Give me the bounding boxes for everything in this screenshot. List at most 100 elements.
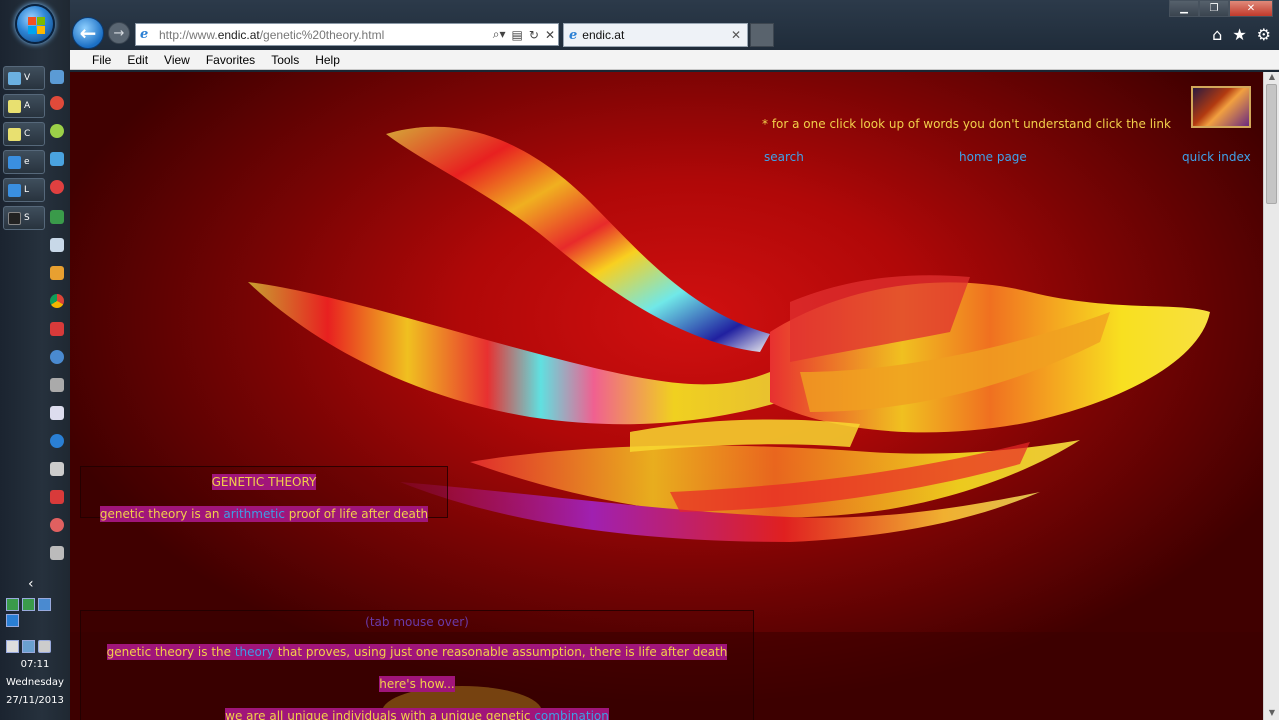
vertical-scrollbar[interactable]: ▲ ▼ (1263, 72, 1279, 720)
lookup-note: * for a one click look up of words you d… (762, 117, 1171, 131)
pinned-app-icon[interactable] (50, 546, 64, 560)
menu-edit[interactable]: Edit (119, 53, 156, 67)
arrow-left-icon: ← (79, 21, 97, 45)
scroll-down-arrow-icon[interactable]: ▼ (1267, 708, 1277, 717)
scroll-thumb[interactable] (1266, 84, 1277, 204)
volume-icon[interactable] (38, 640, 51, 653)
camera-icon[interactable] (50, 378, 64, 392)
pinned-app-icon[interactable] (50, 152, 64, 166)
arithmetic-link[interactable]: arithmetic (223, 507, 285, 521)
maximize-button[interactable]: ❐ (1199, 0, 1229, 17)
home-page-link[interactable]: home page (959, 150, 1027, 164)
start-button[interactable] (15, 4, 55, 44)
stop-icon[interactable]: ✕ (542, 28, 558, 42)
internet-explorer-icon (8, 155, 21, 169)
system-clock[interactable]: 07:11 Wednesday 27/11/2013 (0, 656, 70, 710)
tray-app-icon[interactable] (6, 614, 19, 627)
intro-box: GENETIC THEORY genetic theory is an arit… (80, 466, 448, 522)
pinned-app-icon[interactable] (50, 406, 64, 420)
browser-tab-active[interactable]: e endic.at ✕ (563, 23, 748, 47)
pinned-app-icon[interactable] (50, 490, 64, 504)
tab-close-icon[interactable]: ✕ (731, 28, 747, 42)
menu-file[interactable]: File (84, 53, 119, 67)
tab-title: endic.at (582, 28, 625, 42)
text-segment: that proves, using just one reasonable a… (273, 645, 728, 659)
clock-time: 07:11 (20, 659, 50, 670)
quick-index-link[interactable]: quick index (1182, 150, 1251, 164)
compatibility-view-icon[interactable]: ▤ (509, 28, 526, 42)
pinned-app-icon[interactable] (50, 322, 64, 336)
tray-app-icon[interactable] (6, 598, 19, 611)
desktop-screen: V A C e L S ‹ 07:11 Wednesday 27/11/2013… (0, 0, 1279, 720)
pinned-app-icon[interactable] (50, 238, 64, 252)
taskbar-item-notes-2[interactable]: C (3, 122, 45, 146)
arrow-right-icon: → (113, 25, 125, 41)
pinned-app-icon[interactable] (50, 266, 64, 280)
menu-favorites[interactable]: Favorites (198, 53, 263, 67)
windows-taskbar: V A C e L S ‹ 07:11 Wednesday 27/11/2013 (0, 0, 70, 720)
taskbar-item-label: e (24, 157, 30, 167)
text-segment: we are all unique individuals with a uni… (225, 709, 535, 720)
taskbar-item-label: V (24, 73, 31, 83)
combination-link[interactable]: combination (534, 709, 609, 720)
text-segment: proof of life after death (284, 507, 429, 521)
menu-view[interactable]: View (156, 53, 198, 67)
pinned-app-icon[interactable] (50, 462, 64, 476)
taskbar-item-computer[interactable]: V (3, 66, 45, 90)
taskbar-item-label: L (24, 185, 30, 195)
url-path: /genetic%20theory.html (259, 27, 385, 42)
taskbar-item-label: C (24, 129, 31, 139)
close-window-button[interactable]: ✕ (1229, 0, 1273, 17)
pinned-app-icon[interactable] (50, 518, 64, 532)
search-icon[interactable]: ⌕▾ (490, 27, 509, 42)
intro-line: genetic theory is an arithmetic proof of… (99, 506, 429, 522)
tray-app-icon[interactable] (38, 598, 51, 611)
dictionary-link-image[interactable] (1191, 86, 1251, 128)
tab-favicon-icon: e (569, 27, 578, 43)
favorites-star-icon[interactable]: ★ (1232, 25, 1246, 44)
menu-help[interactable]: Help (307, 53, 348, 67)
taskbar-item-console[interactable]: S (3, 206, 45, 230)
menu-bar: File Edit View Favorites Tools Help (70, 50, 1279, 70)
pinned-app-icon[interactable] (50, 434, 64, 448)
window-controls: ▁ ❐ ✕ (1169, 0, 1273, 17)
pinned-app-icon[interactable] (50, 210, 64, 224)
taskbar-item-ie-2[interactable]: L (3, 178, 45, 202)
menu-tools[interactable]: Tools (263, 53, 307, 67)
internet-explorer-icon (8, 183, 21, 197)
minimize-button[interactable]: ▁ (1169, 0, 1199, 17)
theory-link[interactable]: theory (235, 645, 274, 659)
chrome-icon[interactable] (50, 294, 64, 308)
action-center-icon[interactable] (6, 640, 19, 653)
tray-app-icon[interactable] (22, 598, 35, 611)
pinned-app-icon[interactable] (50, 350, 64, 364)
text-segment: genetic theory is an (99, 507, 224, 521)
windows-logo-icon (28, 17, 36, 25)
section-heading: GENETIC THEORY (211, 474, 317, 490)
show-hidden-icons-chevron[interactable]: ‹ (28, 576, 34, 592)
scroll-up-arrow-icon[interactable]: ▲ (1267, 72, 1277, 81)
refresh-icon[interactable]: ↻ (526, 28, 542, 42)
network-icon[interactable] (22, 640, 35, 653)
forward-button[interactable]: → (108, 22, 130, 44)
pinned-app-icon[interactable] (50, 180, 64, 194)
notepad-icon (8, 127, 21, 141)
taskbar-item-notes-1[interactable]: A (3, 94, 45, 118)
pinned-app-icon[interactable] (50, 124, 64, 138)
back-button[interactable]: ← (72, 17, 104, 49)
individuals-line: we are all unique individuals with a uni… (225, 708, 609, 720)
search-link[interactable]: search (764, 150, 804, 164)
pinned-app-icon[interactable] (50, 96, 64, 110)
console-icon (8, 211, 21, 225)
tools-gear-icon[interactable]: ⚙ (1257, 25, 1271, 44)
pinned-app-icon[interactable] (50, 70, 64, 84)
monitor-icon (8, 71, 21, 85)
taskbar-item-ie-1[interactable]: e (3, 150, 45, 174)
heres-how-line: here's how... (379, 676, 455, 692)
home-icon[interactable]: ⌂ (1212, 25, 1222, 44)
new-tab-button[interactable] (750, 23, 774, 47)
address-bar[interactable]: e http://www.endic.at/genetic%20theory.h… (135, 23, 559, 46)
faded-heading: (tab mouse over) (365, 615, 469, 629)
address-url[interactable]: http://www.endic.at/genetic%20theory.htm… (159, 28, 490, 42)
url-prefix: http://www. (159, 27, 218, 42)
